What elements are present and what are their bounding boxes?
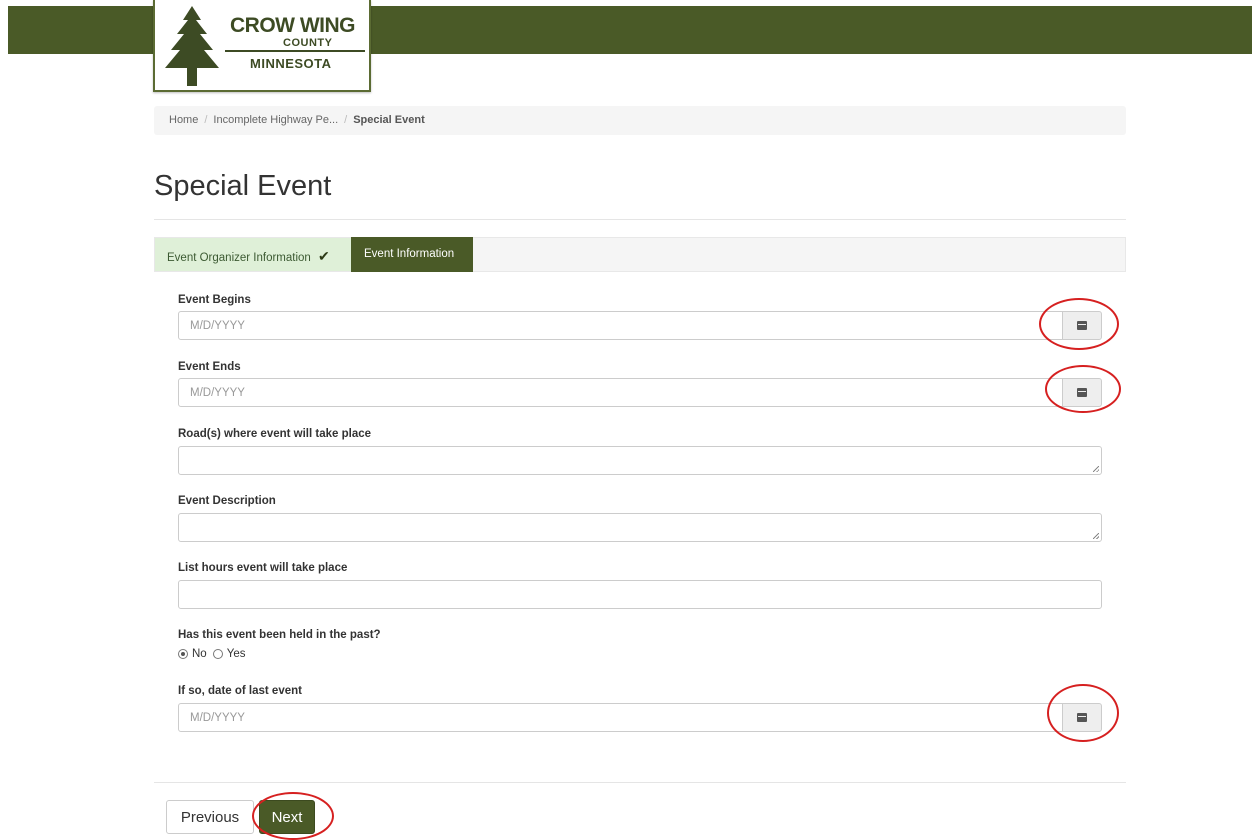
hours-label: List hours event will take place [178,562,348,574]
resize-handle-icon[interactable] [1093,466,1099,472]
radio-yes[interactable] [212,649,223,659]
calendar-icon [1077,713,1087,722]
roads-label: Road(s) where event will take place [178,428,372,440]
logo-line-3: MINNESOTA [250,56,332,71]
title-divider [154,219,1126,220]
logo-line-1: CROW WING [230,14,355,37]
previous-button[interactable]: Previous [166,800,254,834]
calendar-icon [1077,321,1087,330]
breadcrumb-home[interactable]: Home [169,114,198,126]
logo-line-2: COUNTY [283,37,333,49]
next-button[interactable]: Next [259,800,315,834]
county-logo[interactable]: CROW WING COUNTY MINNESOTA [153,0,371,92]
hours-input[interactable] [178,580,1102,609]
event-ends-group [178,378,1102,407]
breadcrumb-permit[interactable]: Incomplete Highway Pe... [213,114,338,126]
footer-divider [154,782,1126,783]
event-ends-label: Event Ends [178,361,241,373]
last-event-input[interactable] [178,703,1063,732]
page-title: Special Event [154,170,332,202]
last-event-group [178,703,1102,732]
description-textarea[interactable] [178,513,1102,542]
event-ends-calendar-button[interactable] [1062,378,1102,407]
description-label: Event Description [178,495,276,507]
checkmark-icon: ✔ [318,248,330,264]
held-past-radio-group: No Yes [178,648,251,660]
pine-tree-icon [165,6,219,86]
last-event-calendar-button[interactable] [1062,703,1102,732]
breadcrumb-current: Special Event [353,114,425,126]
event-begins-label: Event Begins [178,294,251,306]
logo-divider [225,50,365,52]
breadcrumb-separator: / [344,114,348,126]
roads-textarea[interactable] [178,446,1102,475]
step-label: Event Organizer Information [167,252,311,264]
step-event-information[interactable]: Event Information [351,237,473,272]
step-event-organizer[interactable]: Event Organizer Information ✔ [155,238,351,271]
calendar-icon [1077,388,1087,397]
event-ends-input[interactable] [178,378,1063,407]
event-begins-group [178,311,1102,340]
radio-yes-label[interactable]: Yes [227,648,246,660]
step-label: Event Information [364,248,455,260]
breadcrumb: Home / Incomplete Highway Pe... / Special Ev… [154,106,1126,135]
last-event-label: If so, date of last event [178,685,302,697]
event-begins-calendar-button[interactable] [1062,311,1102,340]
wizard-steps: Event Organizer Information ✔ Event Info… [154,237,1126,272]
resize-handle-icon[interactable] [1093,533,1099,539]
held-past-label: Has this event been held in the past? [178,629,381,641]
radio-no[interactable] [178,649,188,659]
event-begins-input[interactable] [178,311,1063,340]
breadcrumb-separator: / [204,114,208,126]
radio-no-label[interactable]: No [192,648,207,660]
